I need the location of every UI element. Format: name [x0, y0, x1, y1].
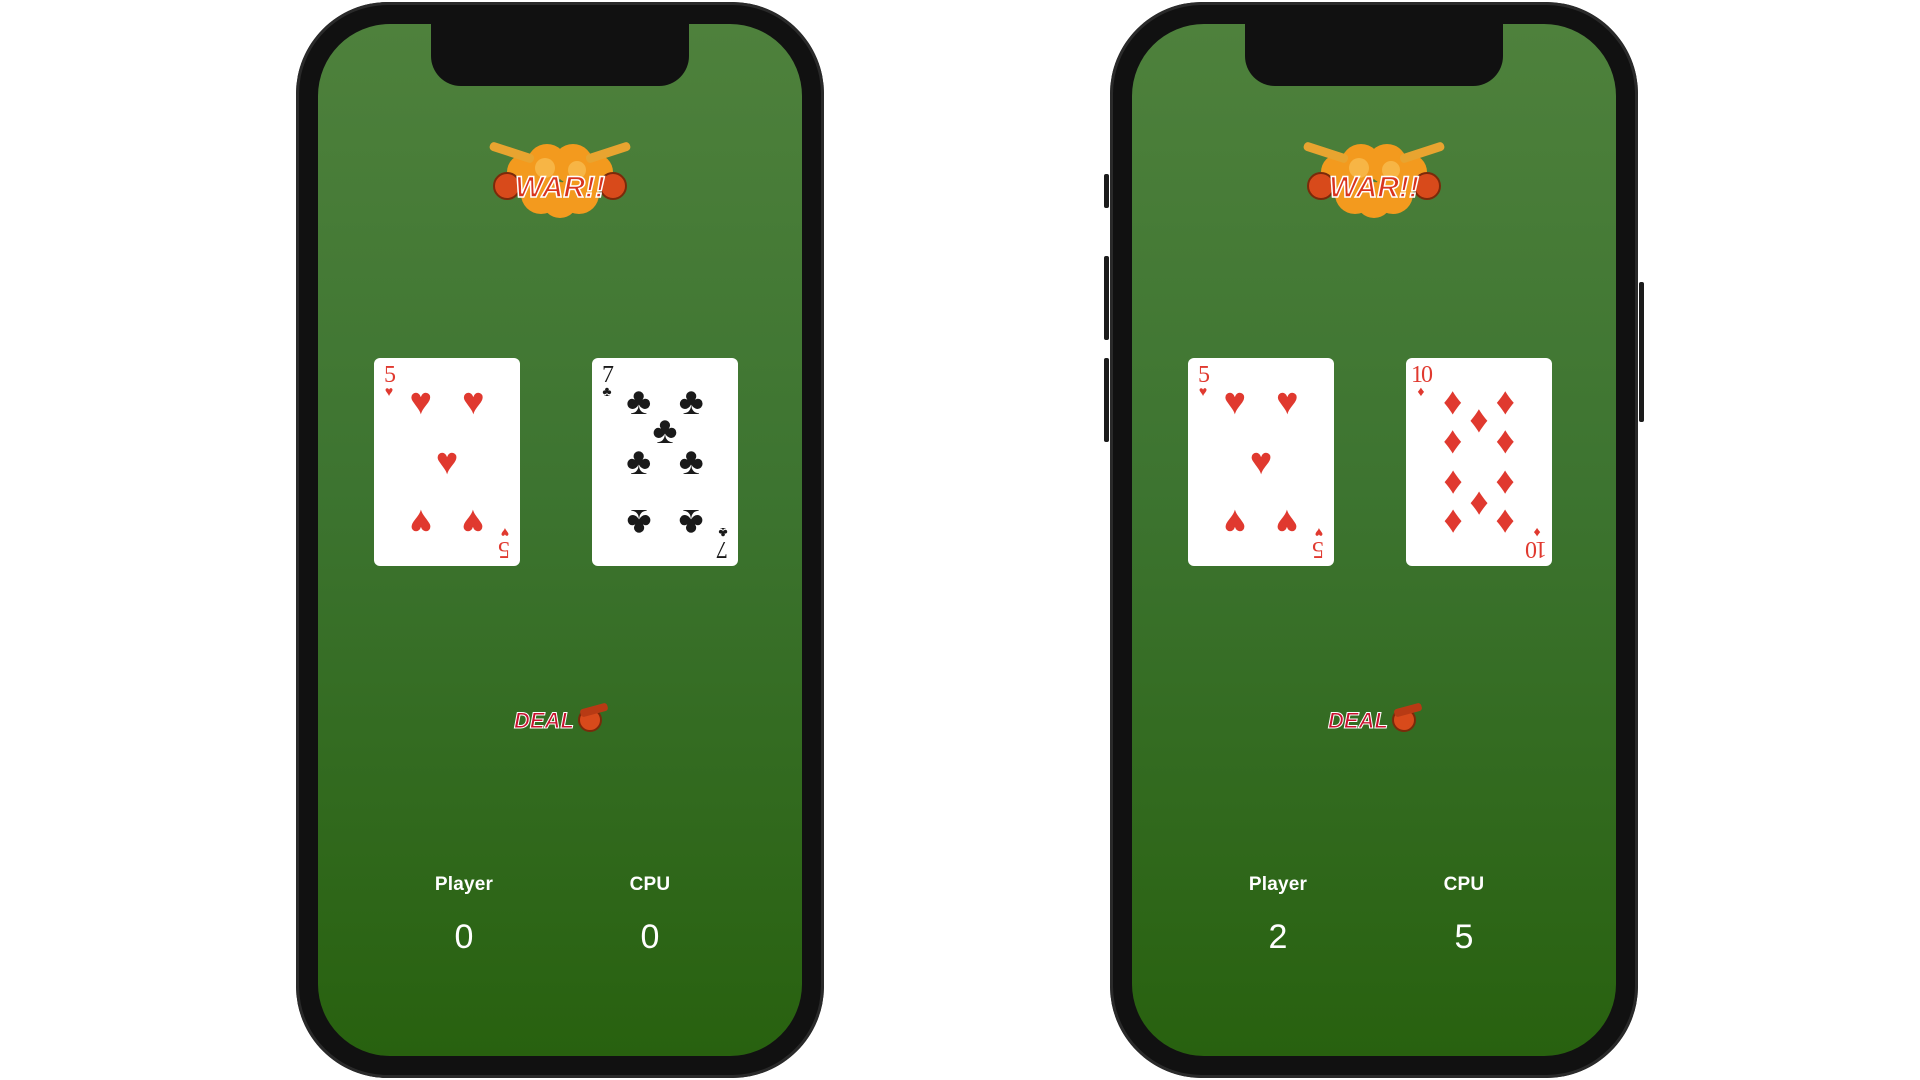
- game-screen-left: WAR!! 5 ♥ 5 ♥ ♥ ♥ ♥ ♥ ♥ 7 ♣ 7 ♣ ♣ ♣ ♣ ♣ …: [318, 24, 802, 1056]
- diamond-icon: ♦: [1443, 501, 1463, 544]
- side-button: [1104, 358, 1109, 442]
- card-corner-bottom: 10 ♦: [1526, 524, 1548, 562]
- diamond-icon: ♦: [1417, 385, 1425, 400]
- card-corner-top: 7 ♣: [596, 362, 618, 400]
- diamond-icon: ♦: [1495, 420, 1515, 463]
- heart-icon: ♥: [1249, 441, 1273, 483]
- player-card: 5 ♥ 5 ♥ ♥ ♥ ♥ ♥ ♥: [374, 358, 520, 566]
- card-rank: 5: [1314, 536, 1324, 562]
- heart-icon: ♥: [461, 380, 485, 423]
- war-logo: WAR!!: [1299, 142, 1449, 222]
- player-score-panel: Player 2: [1218, 874, 1338, 957]
- club-icon: ♣: [626, 501, 652, 544]
- club-icon: ♣: [678, 441, 704, 483]
- club-icon: ♣: [718, 524, 728, 539]
- war-logo-graphic: WAR!!: [1303, 142, 1445, 218]
- card-rank: 7: [602, 362, 614, 388]
- deal-label: DEAL: [1328, 708, 1388, 733]
- deal-button[interactable]: DEAL: [1324, 698, 1424, 738]
- cpu-score: 0: [640, 918, 660, 956]
- deal-button-graphic: DEAL: [1328, 703, 1422, 734]
- cpu-card: 7 ♣ 7 ♣ ♣ ♣ ♣ ♣ ♣ ♣ ♣: [592, 358, 738, 566]
- heart-icon: ♥: [409, 380, 432, 423]
- card-corner-top: 5 ♥: [1192, 362, 1214, 400]
- side-button: [1639, 282, 1644, 422]
- war-logo-text: WAR!!: [515, 171, 605, 204]
- heart-icon: ♥: [384, 385, 394, 400]
- cpu-score: 5: [1454, 918, 1474, 956]
- club-icon: ♣: [602, 385, 612, 400]
- card-corner-bottom: 5 ♥: [1308, 524, 1330, 562]
- diamond-icon: ♦: [1495, 501, 1515, 544]
- club-icon: ♣: [626, 441, 652, 483]
- heart-icon: ♥: [500, 524, 510, 539]
- heart-icon: ♥: [1275, 380, 1299, 423]
- heart-icon: ♥: [409, 501, 432, 544]
- phone-frame-left: WAR!! 5 ♥ 5 ♥ ♥ ♥ ♥ ♥ ♥ 7 ♣ 7 ♣ ♣ ♣ ♣ ♣ …: [296, 2, 824, 1078]
- side-button: [1104, 174, 1109, 208]
- card-corner-top: 5 ♥: [378, 362, 400, 400]
- cpu-score-panel: CPU 0: [590, 874, 710, 957]
- heart-icon: ♥: [1314, 524, 1324, 539]
- heart-icon: ♥: [435, 441, 459, 483]
- player-label: Player: [1248, 874, 1308, 895]
- notch: [431, 24, 689, 86]
- club-icon: ♣: [678, 501, 704, 544]
- war-logo-graphic: WAR!!: [489, 142, 631, 218]
- card-corner-bottom: 5 ♥: [494, 524, 516, 562]
- card-rank: 5: [500, 536, 510, 562]
- app-canvas: WAR!! 5 ♥ 5 ♥ ♥ ♥ ♥ ♥ ♥ 7 ♣ 7 ♣ ♣ ♣ ♣ ♣ …: [0, 0, 1920, 1080]
- player-score: 2: [1268, 918, 1288, 956]
- player-label: Player: [434, 874, 494, 895]
- card-corner-top: 10 ♦: [1410, 362, 1433, 400]
- war-logo: WAR!!: [485, 142, 635, 222]
- side-button: [1104, 256, 1109, 340]
- diamond-icon: ♦: [1443, 420, 1463, 463]
- heart-icon: ♥: [1223, 501, 1246, 544]
- card-rank: 7: [718, 536, 728, 562]
- player-score-panel: Player 0: [404, 874, 524, 957]
- cpu-label: CPU: [1443, 874, 1485, 895]
- card-area: 5 ♥ 5 ♥ ♥ ♥ ♥ ♥ ♥ 7 ♣ 7 ♣ ♣ ♣ ♣ ♣ ♣ ♣ ♣: [374, 358, 746, 566]
- card-rank: 10: [1527, 536, 1547, 562]
- heart-icon: ♥: [461, 501, 485, 544]
- cpu-score-panel: CPU 5: [1404, 874, 1524, 957]
- phone-frame-right: WAR!! 5 ♥ 5 ♥ ♥ ♥ ♥ ♥ ♥ 10 ♦ 10 ♦ ♦ ♦ ♦ …: [1104, 2, 1644, 1078]
- deal-button-graphic: DEAL: [514, 703, 608, 734]
- war-logo-text: WAR!!: [1329, 171, 1419, 204]
- card-rank: 5: [384, 362, 396, 388]
- player-card: 5 ♥ 5 ♥ ♥ ♥ ♥ ♥ ♥: [1188, 358, 1334, 566]
- notch: [1245, 24, 1503, 86]
- card-rank: 10: [1411, 362, 1433, 388]
- cpu-card: 10 ♦ 10 ♦ ♦ ♦ ♦ ♦ ♦ ♦ ♦ ♦ ♦ ♦: [1406, 358, 1552, 566]
- card-corner-bottom: 7 ♣: [712, 524, 734, 562]
- deal-label: DEAL: [514, 708, 574, 733]
- heart-icon: ♥: [1198, 385, 1208, 400]
- deal-button[interactable]: DEAL: [510, 698, 610, 738]
- card-rank: 5: [1198, 362, 1210, 388]
- player-score: 0: [454, 918, 474, 956]
- card-area: 5 ♥ 5 ♥ ♥ ♥ ♥ ♥ ♥ 10 ♦ 10 ♦ ♦ ♦ ♦ ♦ ♦ ♦ …: [1188, 358, 1560, 566]
- heart-icon: ♥: [1223, 380, 1246, 423]
- game-screen-right: WAR!! 5 ♥ 5 ♥ ♥ ♥ ♥ ♥ ♥ 10 ♦ 10 ♦ ♦ ♦ ♦ …: [1132, 24, 1616, 1056]
- heart-icon: ♥: [1275, 501, 1299, 544]
- cpu-label: CPU: [629, 874, 671, 895]
